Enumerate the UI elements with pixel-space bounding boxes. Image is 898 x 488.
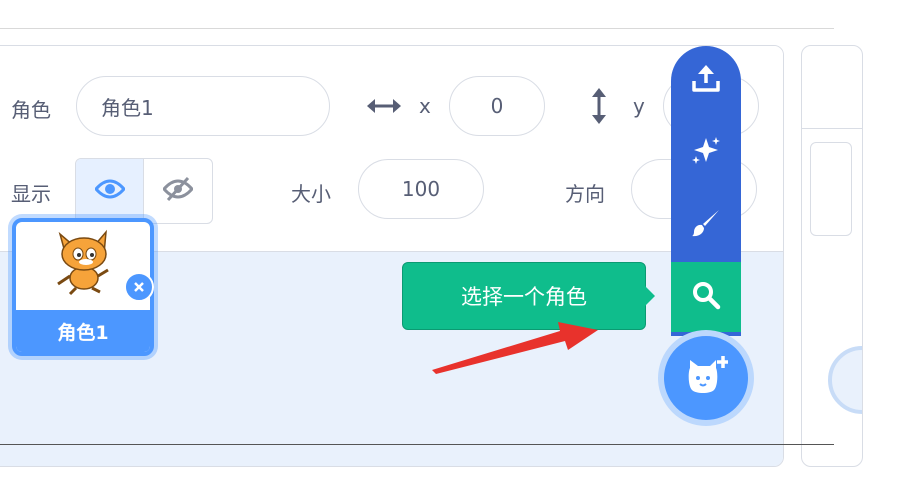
bottom-divider [0, 444, 834, 445]
annotation-arrow [432, 322, 598, 374]
